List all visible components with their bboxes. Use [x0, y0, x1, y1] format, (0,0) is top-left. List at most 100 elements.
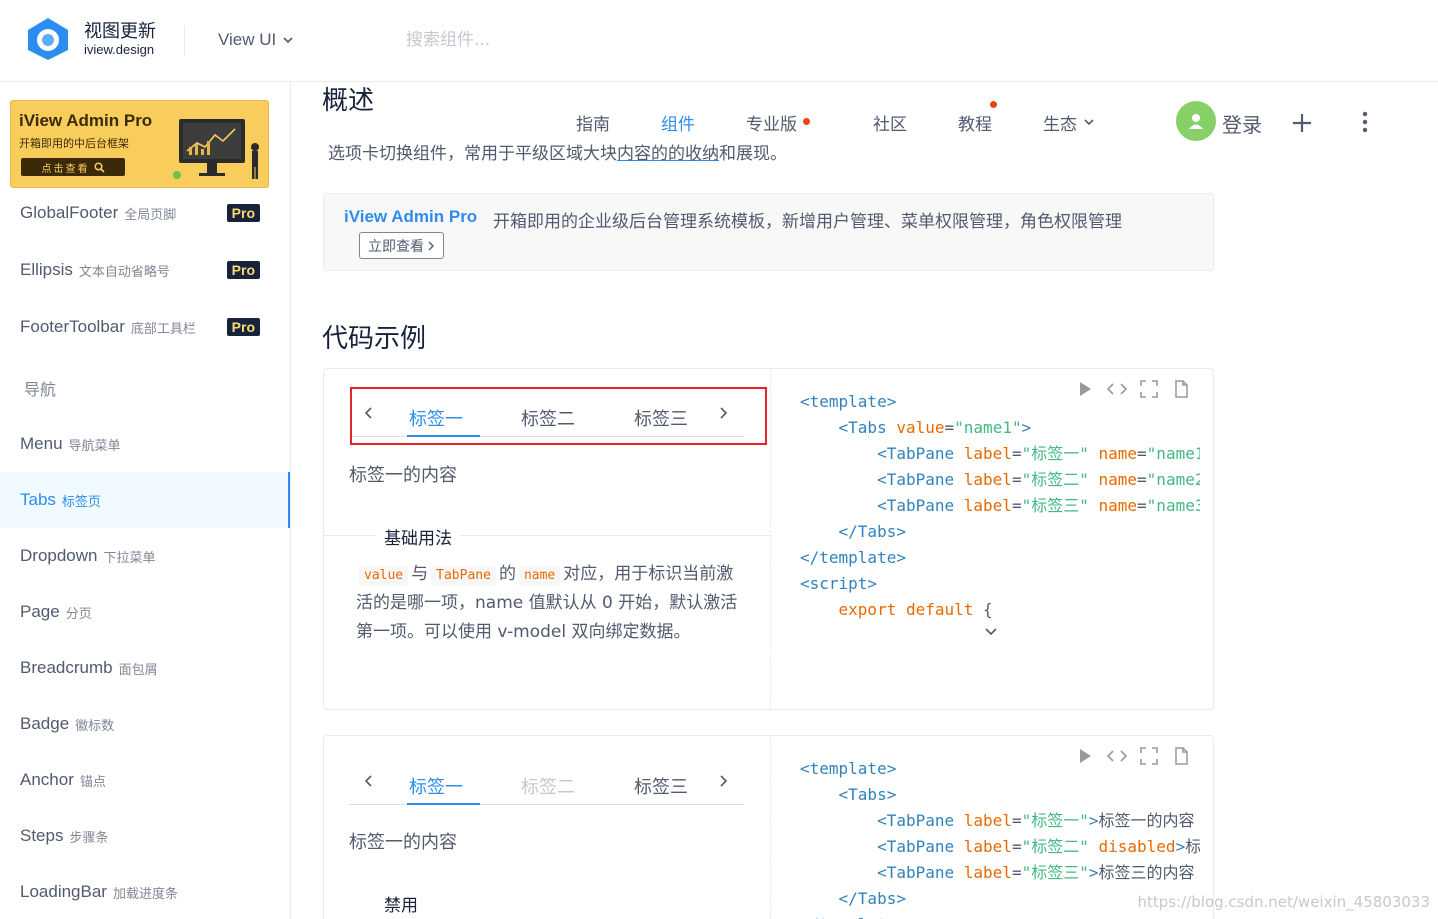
- sidebar-item-label: Breadcrumb: [20, 658, 113, 677]
- view-now-button[interactable]: 立即查看: [359, 232, 444, 259]
- plus-icon[interactable]: [1288, 104, 1316, 140]
- pro-badge: Pro: [226, 318, 260, 336]
- sidebar-item-badge[interactable]: Badge 徽标数: [0, 696, 290, 752]
- iview-logo-icon[interactable]: [24, 16, 72, 62]
- sidebar-item-sublabel: 底部工具栏: [130, 321, 196, 337]
- sidebar-item-label: GlobalFooter: [20, 203, 119, 222]
- brand-title[interactable]: 视图更新: [84, 17, 156, 43]
- search-input[interactable]: [406, 30, 706, 50]
- chevron-down-icon: [1084, 119, 1094, 126]
- topnav-community[interactable]: 社区: [873, 108, 907, 136]
- sidebar-item-anchor[interactable]: Anchor 锚点: [0, 752, 290, 808]
- tab-label-2-disabled: 标签二: [521, 777, 575, 798]
- tabs-nav: 标签一 标签二 标签三: [349, 761, 744, 805]
- banner-subtitle: 开箱即用的中后台框架: [19, 137, 129, 150]
- admin-pro-banner[interactable]: iView Admin Pro 开箱即用的中后台框架 点击查看: [10, 100, 269, 188]
- sidebar-item-label: Ellipsis: [20, 260, 73, 279]
- topnav-components[interactable]: 组件: [661, 108, 695, 136]
- pro-promo-box: iView Admin Pro 开箱即用的企业级后台管理系统模板，新增用户管理、…: [323, 193, 1214, 271]
- sidebar-item-ellipsis[interactable]: Ellipsis 文本自动省略号 Pro: [0, 242, 290, 298]
- tab-content: 标签一的内容: [349, 465, 457, 486]
- demo-description: value 与 TabPane 的 name 对应，用于标识当前激活的是哪一项，name …: [356, 560, 746, 647]
- banner-view-button[interactable]: 点击查看: [21, 158, 125, 176]
- sidebar-item-label: Anchor: [20, 770, 74, 789]
- sidebar-item-sublabel: 导航菜单: [68, 438, 121, 454]
- sidebar-item-label: LoadingBar: [20, 882, 107, 901]
- sidebar-item-sublabel: 步骤条: [69, 830, 109, 846]
- sidebar-item-sublabel: 下拉菜单: [103, 550, 156, 566]
- chevron-right-icon: [428, 241, 434, 250]
- tab-label-1[interactable]: 标签一: [409, 773, 463, 799]
- sidebar-item-dropdown[interactable]: Dropdown 下拉菜单: [0, 528, 290, 584]
- version-dropdown[interactable]: View UI: [218, 30, 294, 50]
- pro-badge: Pro: [226, 204, 260, 222]
- sidebar-item-sublabel: 面包屑: [118, 662, 158, 678]
- more-vertical-icon[interactable]: [1356, 110, 1374, 134]
- sidebar-item-sublabel: 全局页脚: [124, 207, 177, 223]
- sidebar-item-label: Menu: [20, 434, 63, 453]
- version-label: View UI: [218, 30, 277, 49]
- page-title: 概述: [322, 86, 375, 116]
- pro-promo-title[interactable]: iView Admin Pro: [344, 207, 477, 227]
- header: 视图更新 iview.design View UI: [0, 0, 1438, 82]
- desc-text: 选项卡切换组件，常用于平级区域大块: [328, 144, 617, 164]
- highlight-box: [350, 387, 767, 445]
- code-tag: value: [359, 566, 409, 586]
- view-now-label: 立即查看: [368, 238, 424, 255]
- code-tag: name: [518, 566, 561, 586]
- sidebar-item-menu[interactable]: Menu 导航菜单: [0, 416, 290, 472]
- chevron-right-icon[interactable]: [715, 771, 731, 791]
- desc-text-end: 和展现。: [719, 144, 787, 164]
- topnav-pro[interactable]: 专业版: [746, 108, 797, 136]
- tab-content: 标签一的内容: [349, 832, 457, 853]
- topnav-guide[interactable]: 指南: [576, 108, 610, 136]
- demo-legend: 禁用: [376, 891, 426, 916]
- sidebar-item-label: Badge: [20, 714, 70, 733]
- topnav-ecosystem-label: 生态: [1043, 114, 1077, 135]
- sidebar-item-label: Tabs: [20, 490, 56, 509]
- watermark: https://blog.csdn.net/weixin_45803033: [1137, 893, 1430, 911]
- sidebar-item-tabs[interactable]: Tabs 标签页: [0, 472, 290, 528]
- brand-subtitle[interactable]: iview.design: [84, 42, 154, 57]
- pro-badge: Pro: [226, 261, 260, 279]
- divider: [184, 26, 185, 56]
- sidebar-item-sublabel: 文本自动省略号: [78, 264, 170, 280]
- banner-title: iView Admin Pro: [19, 111, 153, 130]
- chevron-left-icon[interactable]: [361, 771, 377, 791]
- sidebar-item-label: Page: [20, 602, 60, 621]
- sidebar-item-breadcrumb[interactable]: Breadcrumb 面包屑: [0, 640, 290, 696]
- tab-label-3[interactable]: 标签三: [634, 773, 688, 799]
- sidebar-item-page[interactable]: Page 分页: [0, 584, 290, 640]
- sidebar-item-globalfooter[interactable]: GlobalFooter 全局页脚 Pro: [0, 185, 290, 241]
- code-tag: TabPane: [431, 566, 496, 586]
- sidebar-item-sublabel: 徽标数: [75, 718, 115, 734]
- user-icon: [1189, 114, 1203, 129]
- tab-ink-bar: [407, 803, 480, 805]
- sidebar-item-steps[interactable]: Steps 步骤条: [0, 808, 290, 864]
- topnav-tutorial[interactable]: 教程: [958, 108, 992, 136]
- login-link[interactable]: 登录: [1222, 109, 1262, 138]
- sidebar: iView Admin Pro 开箱即用的中后台框架 点击查看 GlobalFo…: [0, 82, 291, 919]
- desc-text: 的: [498, 564, 516, 584]
- banner-button-label: 点击查看: [41, 163, 90, 175]
- sidebar-item-sublabel: 锚点: [79, 774, 106, 790]
- sidebar-item-sublabel: 标签页: [61, 494, 101, 510]
- demo-card-disabled: 标签一 标签二 标签三 标签一的内容 禁用 <template> <Tabs> …: [323, 735, 1214, 919]
- sidebar-item-footertoolbar[interactable]: FooterToolbar 底部工具栏 Pro: [0, 299, 290, 355]
- pro-promo-text: 开箱即用的企业级后台管理系统模板，新增用户管理、菜单权限管理，角色权限管理: [493, 212, 1122, 232]
- demo-divider: [770, 369, 771, 709]
- avatar[interactable]: [1176, 101, 1216, 141]
- desc-highlight: 内容的的收纳: [617, 144, 719, 164]
- dashboard-illustration-icon: [173, 119, 259, 179]
- chevron-down-icon[interactable]: [984, 627, 998, 637]
- sidebar-item-label: Steps: [20, 826, 64, 845]
- sidebar-item-sublabel: 分页: [65, 606, 92, 622]
- desc-text: 与: [411, 564, 429, 584]
- sidebar-group-navigation: 导航: [24, 380, 57, 399]
- topnav-ecosystem[interactable]: 生态: [1043, 108, 1095, 136]
- sidebar-item-loadingbar[interactable]: LoadingBar 加载进度条: [0, 864, 290, 919]
- topnav-pro-label: 专业版: [746, 114, 797, 135]
- sidebar-item-label: FooterToolbar: [20, 317, 125, 336]
- code-block: <template> <Tabs value="name1"> <TabPane…: [800, 392, 1200, 619]
- demo-divider: [770, 736, 771, 919]
